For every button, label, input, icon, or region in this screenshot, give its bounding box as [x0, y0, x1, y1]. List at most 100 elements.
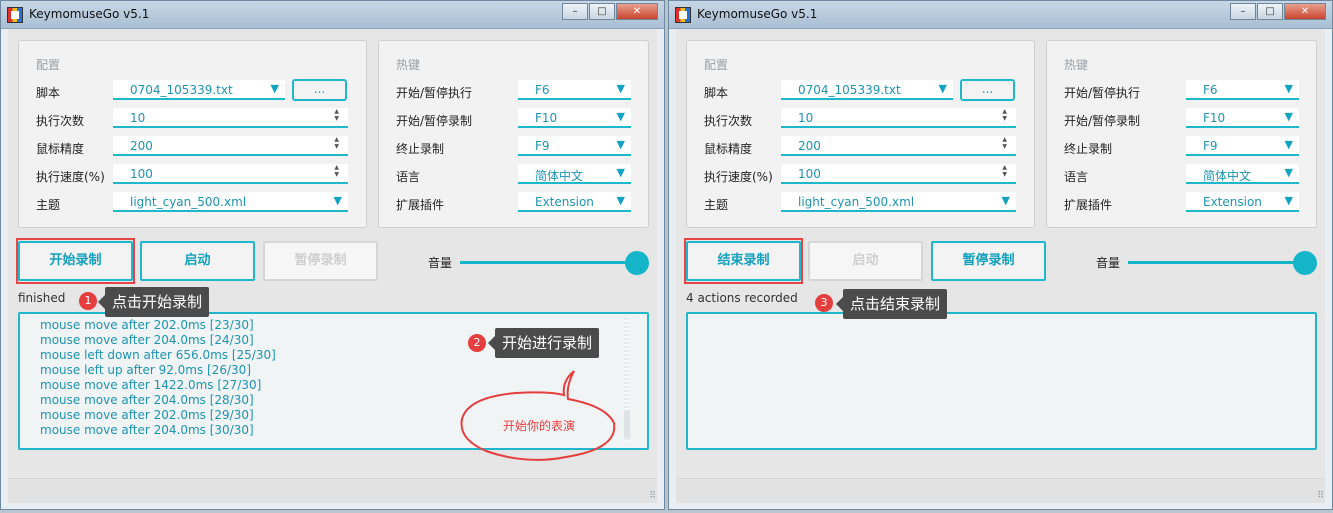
- theme-select[interactable]: light_cyan_500.xml ▼: [781, 192, 1016, 212]
- step-badge-2: 2: [468, 334, 486, 352]
- script-select[interactable]: 0704_105339.txt ▼: [781, 80, 953, 100]
- language-label: 语言: [396, 170, 421, 184]
- plugin-label: 扩展插件: [396, 198, 445, 212]
- volume-label: 音量: [428, 256, 453, 270]
- bottom-strip: ⠿: [676, 478, 1325, 503]
- stop-rec-label: 终止录制: [396, 142, 445, 156]
- start-pause-exec-select[interactable]: F6 ▼: [1186, 80, 1299, 100]
- spin-arrows-icon[interactable]: ▲ ▼: [1002, 136, 1007, 150]
- browse-button[interactable]: ...: [960, 79, 1015, 101]
- hotkey-panel: 热键 开始/暂停执行 F6 ▼ 开始/暂停录制 F10 ▼ 终止录制 F9 ▼ …: [378, 40, 649, 228]
- count-label: 执行次数: [704, 114, 753, 128]
- language-value: 简体中文: [1203, 169, 1252, 183]
- volume-slider[interactable]: [460, 261, 638, 264]
- start-pause-exec-select[interactable]: F6 ▼: [518, 80, 631, 100]
- maximize-button[interactable]: □: [1257, 3, 1283, 20]
- speed-spinbox[interactable]: 100 ▲ ▼: [781, 164, 1016, 184]
- stop-rec-select[interactable]: F9 ▼: [1186, 136, 1299, 156]
- script-label: 脚本: [36, 86, 61, 100]
- launch-button[interactable]: 启动: [140, 241, 255, 281]
- chevron-down-icon: ▼: [616, 110, 625, 123]
- precision-label: 鼠标精度: [36, 142, 85, 156]
- stop-rec-value: F9: [1203, 139, 1218, 153]
- spin-arrows-icon[interactable]: ▲ ▼: [1002, 108, 1007, 122]
- bottom-strip: ⠿: [8, 478, 657, 503]
- language-value: 简体中文: [535, 169, 584, 183]
- step-badge-3: 3: [815, 294, 833, 312]
- spin-arrows-icon[interactable]: ▲ ▼: [334, 164, 339, 178]
- spin-arrows-icon[interactable]: ▲ ▼: [334, 136, 339, 150]
- count-value: 10: [130, 111, 146, 125]
- config-title: 配置: [36, 58, 61, 72]
- pause-record-button[interactable]: 暂停录制: [931, 241, 1046, 281]
- chevron-down-icon: ▼: [333, 194, 342, 207]
- chevron-down-icon: ▼: [1284, 166, 1293, 179]
- minimize-button[interactable]: –: [1230, 3, 1256, 20]
- pause-record-button[interactable]: 暂停录制: [263, 241, 378, 281]
- count-spinbox[interactable]: 10 ▲ ▼: [113, 108, 348, 128]
- theme-label: 主题: [36, 198, 61, 212]
- close-button[interactable]: ✕: [616, 3, 658, 20]
- spin-arrows-icon[interactable]: ▲ ▼: [334, 108, 339, 122]
- title-bar[interactable]: KeymomuseGo v5.1 – □ ✕: [1, 1, 664, 29]
- plugin-select[interactable]: Extension ▼: [1186, 192, 1299, 212]
- chevron-down-icon: ▼: [1284, 138, 1293, 151]
- launch-button[interactable]: 启动: [808, 241, 923, 281]
- theme-label: 主题: [704, 198, 729, 212]
- app-icon: [675, 7, 691, 23]
- volume-slider[interactable]: [1128, 261, 1306, 264]
- resize-grip-icon[interactable]: ⠿: [649, 492, 656, 501]
- callout-text: 开始你的表演: [503, 419, 576, 433]
- browse-button[interactable]: ...: [292, 79, 347, 101]
- volume-slider-handle[interactable]: [625, 251, 649, 275]
- start-pause-rec-label: 开始/暂停录制: [1064, 114, 1141, 128]
- title-bar[interactable]: KeymomuseGo v5.1 – □ ✕: [669, 1, 1332, 29]
- start-pause-rec-value: F10: [1203, 111, 1226, 125]
- language-select[interactable]: 简体中文 ▼: [518, 164, 631, 184]
- count-spinbox[interactable]: 10 ▲ ▼: [781, 108, 1016, 128]
- start-pause-rec-value: F10: [535, 111, 558, 125]
- chevron-down-icon: ▼: [1001, 194, 1010, 207]
- annotation-tooltip-1: 点击开始录制: [97, 287, 210, 317]
- log-line: mouse left up after 92.0ms [26/30]: [40, 363, 251, 377]
- status-text: finished: [18, 291, 66, 305]
- theme-select[interactable]: light_cyan_500.xml ▼: [113, 192, 348, 212]
- precision-value: 200: [130, 139, 153, 153]
- config-panel: 配置 脚本 0704_105339.txt ▼ ... 执行次数 10 ▲ ▼ 鼠…: [686, 40, 1035, 228]
- precision-spinbox[interactable]: 200 ▲ ▼: [113, 136, 348, 156]
- close-button[interactable]: ✕: [1284, 3, 1326, 20]
- log-line: mouse move after 204.0ms [30/30]: [40, 423, 254, 437]
- chevron-down-icon: ▼: [616, 166, 625, 179]
- log-line: mouse move after 202.0ms [29/30]: [40, 408, 254, 422]
- chevron-down-icon: ▼: [616, 82, 625, 95]
- precision-spinbox[interactable]: 200 ▲ ▼: [781, 136, 1016, 156]
- count-label: 执行次数: [36, 114, 85, 128]
- script-value: 0704_105339.txt: [798, 83, 901, 97]
- window-title: KeymomuseGo v5.1: [29, 7, 150, 21]
- speed-value: 100: [130, 167, 153, 181]
- spin-arrows-icon[interactable]: ▲ ▼: [1002, 164, 1007, 178]
- step-badge-1: 1: [79, 292, 97, 310]
- resize-grip-icon[interactable]: ⠿: [1317, 492, 1324, 501]
- start-pause-rec-select[interactable]: F10 ▼: [518, 108, 631, 128]
- plugin-value: Extension: [535, 195, 594, 209]
- minimize-button[interactable]: –: [562, 3, 588, 20]
- language-select[interactable]: 简体中文 ▼: [1186, 164, 1299, 184]
- log-output[interactable]: [686, 312, 1317, 450]
- script-select[interactable]: 0704_105339.txt ▼: [113, 80, 285, 100]
- right-window: KeymomuseGo v5.1 – □ ✕ 配置 脚本 0704_105339…: [668, 0, 1333, 510]
- count-value: 10: [798, 111, 814, 125]
- volume-slider-handle[interactable]: [1293, 251, 1317, 275]
- hotkey-title: 热键: [1064, 58, 1089, 72]
- highlight-box: [16, 238, 135, 284]
- chevron-down-icon: ▼: [1284, 194, 1293, 207]
- chevron-down-icon: ▼: [616, 138, 625, 151]
- plugin-select[interactable]: Extension ▼: [518, 192, 631, 212]
- config-title: 配置: [704, 58, 729, 72]
- theme-value: light_cyan_500.xml: [130, 195, 247, 209]
- start-pause-rec-select[interactable]: F10 ▼: [1186, 108, 1299, 128]
- speed-spinbox[interactable]: 100 ▲ ▼: [113, 164, 348, 184]
- maximize-button[interactable]: □: [589, 3, 615, 20]
- stop-rec-select[interactable]: F9 ▼: [518, 136, 631, 156]
- theme-value: light_cyan_500.xml: [798, 195, 915, 209]
